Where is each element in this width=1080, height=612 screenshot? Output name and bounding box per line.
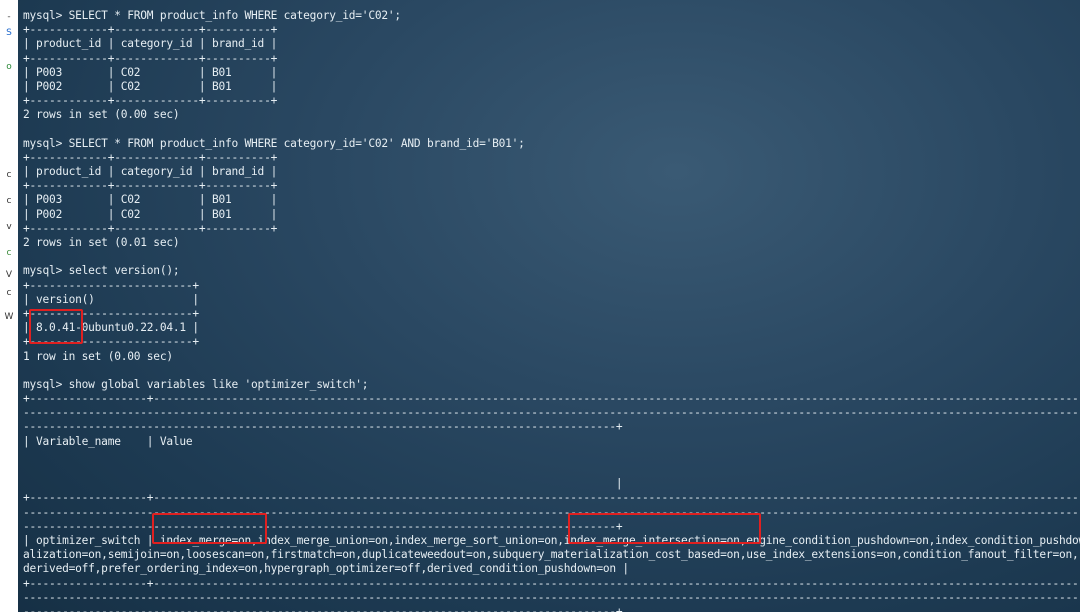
terminal-line: +------------+-------------+----------+ [23, 51, 278, 65]
terminal-line: | P003 | C02 | B01 | [23, 193, 278, 207]
terminal-line: mysql> SELECT * FROM product_info WHERE … [23, 136, 525, 150]
terminal-line: alization=on,semijoin=on,loosescan=on,fi… [23, 548, 1079, 562]
terminal-line: +------------+-------------+----------+ [23, 150, 278, 164]
sidebar-glyph: c [6, 170, 12, 180]
terminal-line: | 8.0.41-0ubuntu0.22.04.1 | [23, 321, 199, 335]
terminal-line: ----------------------------------------… [23, 406, 1080, 420]
terminal-line: | product_id | category_id | brand_id | [23, 37, 278, 51]
terminal-line: +------------------+--------------------… [23, 576, 1080, 590]
sidebar-glyph: W [4, 312, 14, 322]
terminal-line: +------------+-------------+----------+ [23, 221, 278, 235]
terminal-line: | P002 | C02 | B01 | [23, 79, 278, 93]
terminal-line: | P003 | C02 | B01 | [23, 65, 278, 79]
terminal-line: derived=off,prefer_ordering_index=on,hyp… [23, 562, 629, 576]
terminal-line: ----------------------------------------… [23, 604, 623, 612]
sidebar-glyph: c [6, 288, 12, 298]
terminal-line: +------------+-------------+----------+ [23, 179, 278, 193]
sidebar-glyph: V [5, 270, 13, 280]
terminal-line: +------------------+--------------------… [23, 491, 1080, 505]
left-window-strip: -SoccvcVcW [0, 0, 19, 612]
sidebar-glyph: o [6, 62, 12, 72]
terminal-line: | product_id | category_id | brand_id | [23, 165, 278, 179]
terminal-line: ----------------------------------------… [23, 420, 623, 434]
terminal-line: mysql> SELECT * FROM product_info WHERE … [23, 9, 401, 22]
terminal-line: ----------------------------------------… [23, 590, 1080, 604]
sidebar-glyph: c [6, 248, 12, 258]
terminal-line: +-------------------------+ [23, 306, 199, 320]
sidebar-glyph: S [6, 28, 12, 38]
highlight-version [29, 309, 83, 344]
terminal-line: 2 rows in set (0.00 sec) [23, 108, 180, 122]
terminal-line: 1 row in set (0.00 sec) [23, 349, 173, 363]
terminal-line: +------------+-------------+----------+ [23, 23, 278, 37]
terminal-line: | Variable_name | Value [23, 434, 193, 448]
terminal-line: | [23, 477, 623, 491]
highlight-index-merge-intersection [568, 513, 761, 544]
terminal-window[interactable]: mysql> SELECT * FROM product_info WHERE … [18, 0, 1080, 612]
sidebar-glyph: c [6, 196, 12, 206]
terminal-line: +------------------+--------------------… [23, 392, 1080, 406]
terminal-line: mysql> show global variables like 'optim… [23, 377, 369, 391]
terminal-line: 2 rows in set (0.01 sec) [23, 236, 180, 249]
terminal-line: +------------+-------------+----------+ [23, 94, 278, 108]
sidebar-glyph: - [7, 12, 11, 22]
sidebar-glyph: v [6, 222, 12, 232]
terminal-line: +-------------------------+ [23, 335, 199, 349]
terminal-line: mysql> select version(); [23, 264, 180, 278]
terminal-line: +-------------------------+ [23, 278, 199, 292]
highlight-index-merge [152, 513, 267, 544]
terminal-line: | version() | [23, 292, 199, 306]
terminal-line: | P002 | C02 | B01 | [23, 207, 278, 221]
